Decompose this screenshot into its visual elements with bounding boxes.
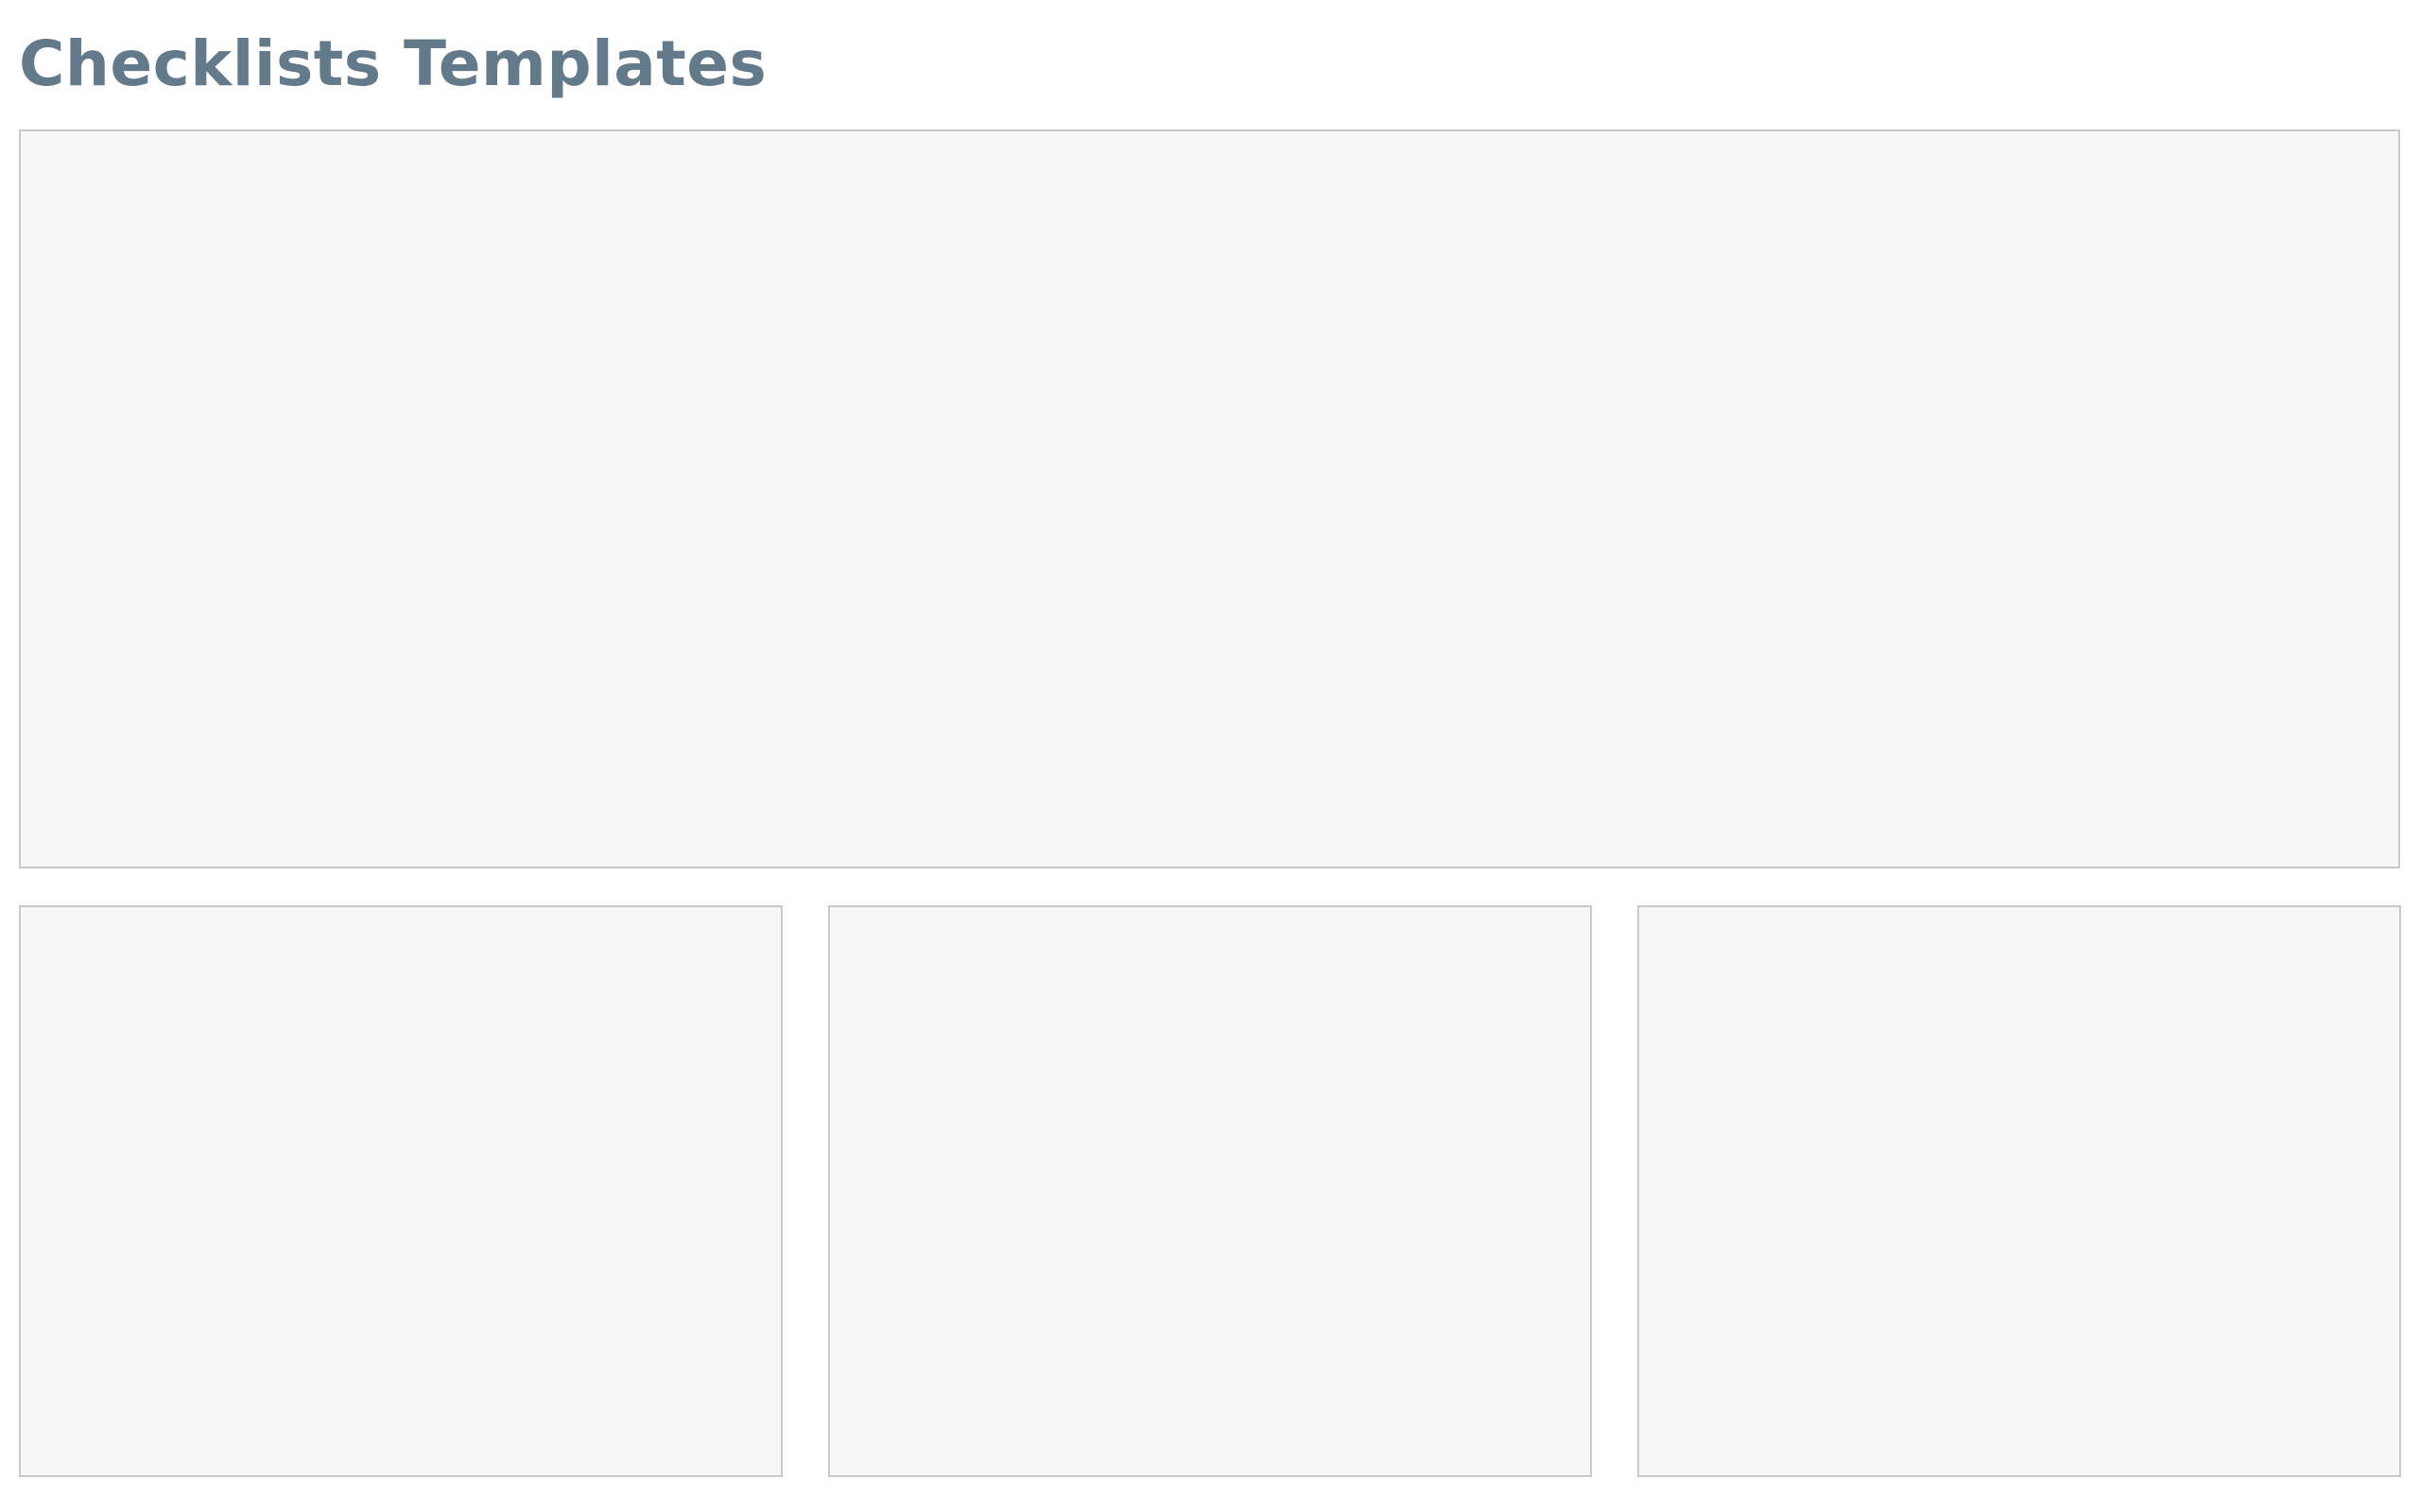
page-title: Checklists Templates xyxy=(19,27,768,100)
template-card-2[interactable] xyxy=(828,905,1592,1477)
template-card-3[interactable] xyxy=(1637,905,2401,1477)
template-card-1[interactable] xyxy=(19,905,783,1477)
template-preview-panel xyxy=(19,129,2400,868)
